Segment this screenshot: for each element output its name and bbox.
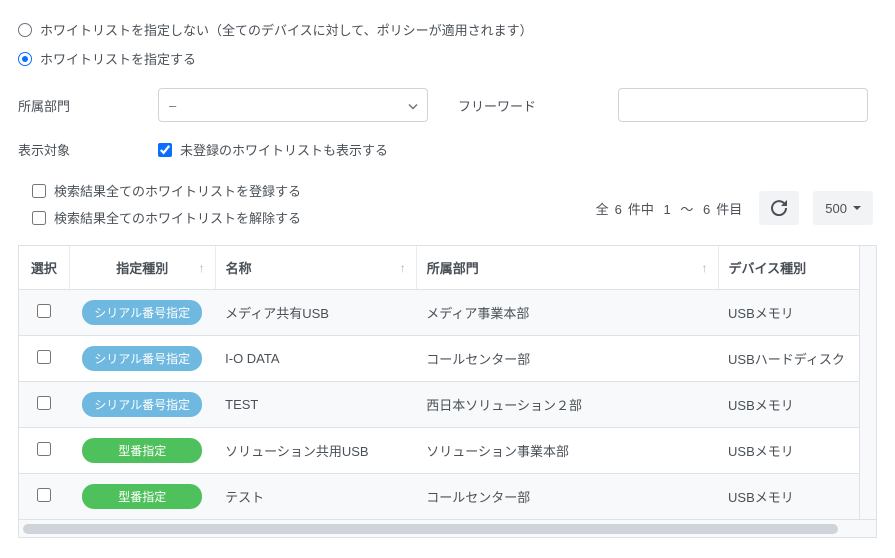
cell-device: USBメモリ [718, 428, 877, 474]
cell-device: USBハードディスク [718, 336, 877, 382]
table-row: シリアル番号指定 I-O DATAコールセンター部USBハードディスク [19, 336, 877, 382]
refresh-icon [771, 200, 787, 216]
cell-name: ソリューション共用USB [215, 428, 416, 474]
freeword-label: フリーワード [458, 96, 618, 115]
result-count-text: 全6件中 1 ～ 6件目 [593, 199, 746, 218]
department-select-wrap: – [158, 88, 428, 122]
cell-device: USBメモリ [718, 474, 877, 520]
table-row: シリアル番号指定 TEST西日本ソリューション２部USBメモリ [19, 382, 877, 428]
radio-icon [18, 52, 32, 66]
type-badge: 型番指定 [82, 484, 202, 509]
cell-name: TEST [215, 382, 416, 428]
display-target-label: 表示対象 [18, 140, 158, 159]
sort-arrow-icon: ↑ [199, 261, 205, 275]
show-unregistered-label: 未登録のホワイトリストも表示する [180, 140, 388, 159]
freeword-input[interactable] [618, 88, 868, 122]
show-unregistered-checkbox-wrap[interactable]: 未登録のホワイトリストも表示する [158, 140, 388, 159]
cell-dept: ソリューション事業本部 [416, 428, 718, 474]
type-badge: シリアル番号指定 [82, 392, 202, 417]
col-header-dept[interactable]: 所属部門↑ [416, 246, 718, 290]
cell-device: USBメモリ [718, 290, 877, 336]
table-row: シリアル番号指定メディア共有USBメディア事業本部USBメモリ [19, 290, 877, 336]
bulk-remove-checkbox[interactable] [32, 211, 46, 225]
row-select-checkbox[interactable] [37, 442, 51, 456]
col-header-select[interactable]: 選択 [19, 246, 69, 290]
whitelist-mode-radio-group: ホワイトリストを指定しない（全てのデバイスに対して、ポリシーが適用されます） ホ… [18, 20, 877, 68]
table-row: 型番指定テストコールセンター部USBメモリ [19, 474, 877, 520]
cell-dept: 西日本ソリューション２部 [416, 382, 718, 428]
results-table: 選択 指定種別↑ 名称↑ 所属部門↑ デバイス種別 シリアル番号指定メディア共有… [19, 246, 877, 519]
radio-specify-whitelist[interactable]: ホワイトリストを指定する [18, 49, 877, 68]
cell-name: I-O DATA [215, 336, 416, 382]
refresh-button[interactable] [759, 191, 799, 225]
radio-specify-whitelist-label: ホワイトリストを指定する [40, 49, 196, 68]
type-badge: シリアル番号指定 [82, 346, 202, 371]
bulk-register-all[interactable]: 検索結果全てのホワイトリストを登録する [32, 181, 301, 200]
col-header-device[interactable]: デバイス種別 [718, 246, 877, 290]
table-row: 型番指定ソリューション共用USBソリューション事業本部USBメモリ [19, 428, 877, 474]
bulk-remove-label: 検索結果全てのホワイトリストを解除する [54, 208, 301, 227]
filter-form: 所属部門 – フリーワード 表示対象 未登録のホワイトリストも表示する [18, 88, 877, 159]
sort-arrow-icon: ↑ [400, 261, 406, 275]
row-select-checkbox[interactable] [37, 488, 51, 502]
col-header-type[interactable]: 指定種別↑ [69, 246, 215, 290]
row-select-checkbox[interactable] [37, 396, 51, 410]
results-area: 検索結果全てのホワイトリストを登録する 検索結果全てのホワイトリストを解除する … [18, 181, 877, 538]
row-select-checkbox[interactable] [37, 304, 51, 318]
horizontal-scrollbar[interactable] [19, 519, 876, 537]
type-badge: シリアル番号指定 [82, 300, 202, 325]
cell-name: メディア共有USB [215, 290, 416, 336]
department-label: 所属部門 [18, 96, 158, 115]
page-size-dropdown[interactable]: 500 [813, 191, 873, 225]
col-header-name[interactable]: 名称↑ [215, 246, 416, 290]
bulk-remove-all[interactable]: 検索結果全てのホワイトリストを解除する [32, 208, 301, 227]
radio-icon [18, 23, 32, 37]
bulk-actions: 検索結果全てのホワイトリストを登録する 検索結果全てのホワイトリストを解除する [32, 181, 301, 235]
sort-arrow-icon: ↑ [702, 261, 708, 275]
results-table-wrap: 選択 指定種別↑ 名称↑ 所属部門↑ デバイス種別 シリアル番号指定メディア共有… [18, 245, 877, 538]
radio-no-whitelist[interactable]: ホワイトリストを指定しない（全てのデバイスに対して、ポリシーが適用されます） [18, 20, 877, 39]
scroll-thumb[interactable] [23, 524, 838, 534]
cell-device: USBメモリ [718, 382, 877, 428]
type-badge: 型番指定 [82, 438, 202, 463]
show-unregistered-checkbox[interactable] [158, 143, 172, 157]
row-select-checkbox[interactable] [37, 350, 51, 364]
cell-name: テスト [215, 474, 416, 520]
department-select[interactable]: – [158, 88, 428, 122]
pager-controls: 全6件中 1 ～ 6件目 500 [593, 191, 873, 225]
bulk-register-label: 検索結果全てのホワイトリストを登録する [54, 181, 301, 200]
cell-dept: メディア事業本部 [416, 290, 718, 336]
vertical-scrollbar[interactable] [859, 246, 876, 519]
cell-dept: コールセンター部 [416, 336, 718, 382]
radio-no-whitelist-label: ホワイトリストを指定しない（全てのデバイスに対して、ポリシーが適用されます） [40, 20, 533, 39]
bulk-register-checkbox[interactable] [32, 184, 46, 198]
cell-dept: コールセンター部 [416, 474, 718, 520]
caret-down-icon [853, 206, 861, 210]
